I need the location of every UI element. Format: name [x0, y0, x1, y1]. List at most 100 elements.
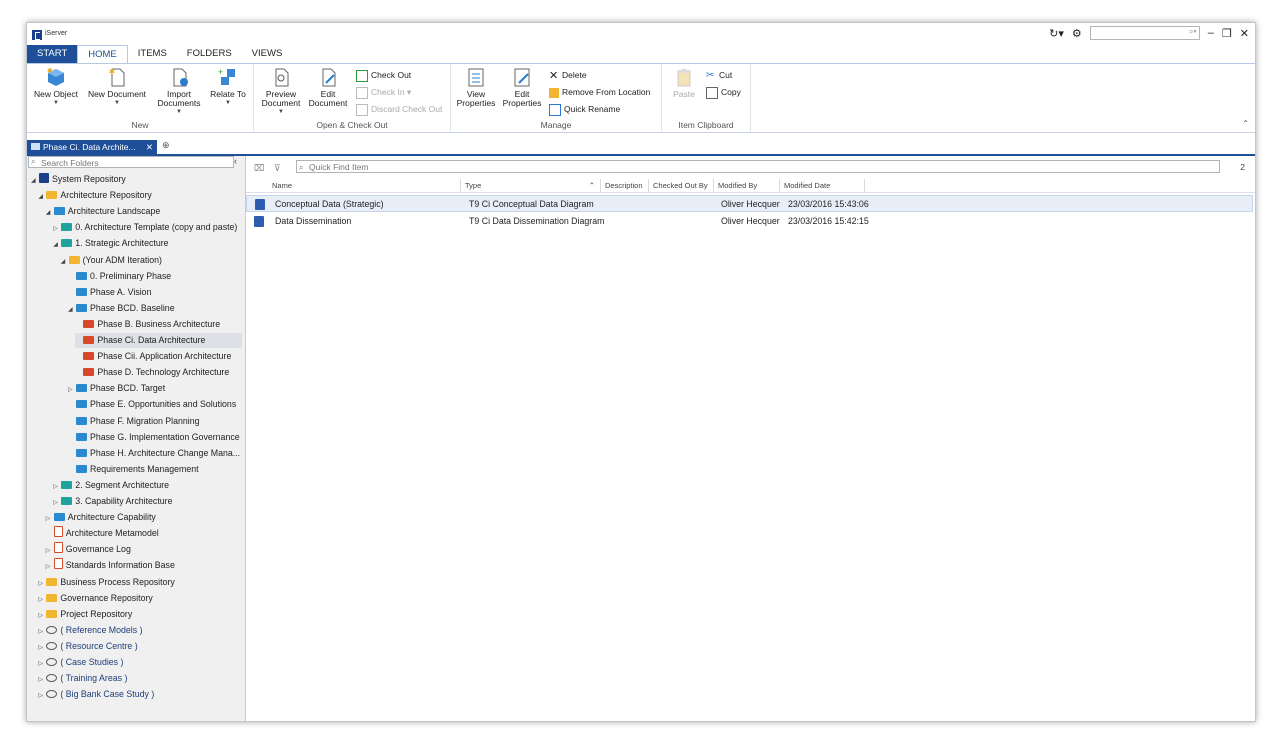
new-document-button[interactable]: ✱ New Document ▼ [85, 66, 149, 108]
check-in-button[interactable]: Check In ▾ [356, 85, 411, 99]
clear-filter-icon[interactable]: ⌧ [254, 163, 264, 174]
expand-down-icon[interactable]: ◢ [68, 303, 76, 318]
col-modified-date[interactable]: Modified Date [780, 179, 865, 192]
expand-right-icon[interactable]: ▷ [38, 577, 46, 592]
expand-right-icon[interactable]: ▷ [38, 689, 46, 704]
tree-resource-centre[interactable]: ▷ ( Resource Centre ) [38, 639, 137, 654]
tree-architecture-template[interactable]: ▷ 0. Architecture Template (copy and past… [53, 220, 237, 235]
tree-your-adm-iteration[interactable]: ◢ (Your ADM Iteration) [61, 253, 162, 268]
expand-right-icon[interactable]: ▷ [46, 544, 54, 559]
collapse-ribbon-icon[interactable]: ⌃ [1242, 119, 1249, 128]
expand-right-icon[interactable]: ▷ [53, 496, 61, 511]
tree-phase-g[interactable]: Phase G. Implementation Governance [68, 430, 240, 445]
quick-rename-button[interactable]: Quick Rename [549, 102, 620, 116]
tree-architecture-capability[interactable]: ▷ Architecture Capability [46, 510, 156, 525]
expand-down-icon[interactable]: ◢ [31, 174, 39, 189]
refresh-icon[interactable]: ↻▾ [1049, 27, 1064, 40]
tree-phase-d-technology[interactable]: Phase D. Technology Architecture [75, 365, 229, 380]
paste-button[interactable]: Paste [666, 66, 702, 99]
expand-right-icon[interactable]: ▷ [53, 480, 61, 495]
close-icon[interactable]: ✕ [1240, 27, 1249, 40]
tree-phase-h[interactable]: Phase H. Architecture Change Mana... [68, 446, 240, 461]
tree-phase-f[interactable]: Phase F. Migration Planning [68, 414, 200, 429]
expand-down-icon[interactable]: ◢ [61, 255, 69, 270]
expand-right-icon[interactable]: ▷ [38, 657, 46, 672]
tree-strategic-architecture[interactable]: ◢ 1. Strategic Architecture [53, 236, 168, 251]
tree-architecture-metamodel[interactable]: Architecture Metamodel [46, 526, 159, 541]
tree-system-repository[interactable]: ◢ System Repository [31, 172, 126, 187]
minimize-icon[interactable]: – [1208, 27, 1214, 39]
expand-down-icon[interactable]: ◢ [53, 238, 61, 253]
expand-right-icon[interactable]: ▷ [38, 625, 46, 640]
col-type[interactable]: Type ⌃ [461, 179, 601, 192]
expand-right-icon[interactable]: ▷ [46, 560, 54, 575]
tree-project-repository[interactable]: ▷ Project Repository [38, 607, 132, 622]
tree-governance-repository[interactable]: ▷ Governance Repository [38, 591, 152, 606]
relate-to-button[interactable]: + Relate To ▼ [207, 66, 249, 108]
discard-check-out-button[interactable]: Discard Check Out [356, 102, 442, 116]
expand-right-icon[interactable]: ▷ [38, 593, 46, 608]
tree-phase-bcd-baseline[interactable]: ◢ Phase BCD. Baseline [68, 301, 175, 316]
tree-phase-cii-application[interactable]: Phase Cii. Application Architecture [75, 349, 231, 364]
copy-button[interactable]: Copy [706, 85, 741, 99]
close-tab-icon[interactable]: ✕ [146, 140, 153, 154]
view-properties-button[interactable]: View Properties [455, 66, 497, 108]
delete-button[interactable]: ✕ Delete [549, 68, 587, 82]
filter-icon[interactable]: ⊽ [274, 163, 281, 174]
tab-home[interactable]: HOME [77, 45, 128, 64]
col-modified-by[interactable]: Modified By [714, 179, 780, 192]
cut-button[interactable]: ✂ Cut [706, 68, 732, 82]
check-out-button[interactable]: Check Out [356, 68, 411, 82]
tab-start[interactable]: START [27, 45, 78, 63]
quick-find-input[interactable]: ⌕ Quick Find Item [296, 160, 1220, 173]
tree-case-studies[interactable]: ▷ ( Case Studies ) [38, 655, 123, 670]
tree-architecture-repository[interactable]: ◢ Architecture Repository [38, 188, 151, 203]
expand-down-icon[interactable]: ◢ [38, 190, 46, 205]
expand-down-icon[interactable]: ◢ [46, 206, 54, 221]
collapse-pane-icon[interactable]: ‹ [234, 156, 237, 166]
tree-phase-b-business[interactable]: Phase B. Business Architecture [75, 317, 220, 332]
tree-reference-models[interactable]: ▷ ( Reference Models ) [38, 623, 142, 638]
tab-items[interactable]: ITEMS [128, 45, 177, 63]
tree-business-process-repository[interactable]: ▷ Business Process Repository [38, 575, 174, 590]
remove-from-location-button[interactable]: Remove From Location [549, 85, 650, 99]
tree-segment-architecture[interactable]: ▷ 2. Segment Architecture [53, 478, 169, 493]
expand-right-icon[interactable]: ▷ [46, 512, 54, 527]
tab-views[interactable]: VIEWS [242, 45, 293, 63]
new-object-button[interactable]: ✱ New Object ▼ [32, 66, 80, 108]
tree-capability-architecture[interactable]: ▷ 3. Capability Architecture [53, 494, 172, 509]
tree-phase-e[interactable]: Phase E. Opportunities and Solutions [68, 397, 236, 412]
search-folders-input[interactable]: ⌕ Search Folders [28, 156, 234, 168]
col-description[interactable]: Description [601, 179, 649, 192]
tree-item-label: Phase B. Business Architecture [97, 318, 221, 329]
tree-requirements-management[interactable]: Requirements Management [68, 462, 199, 477]
tab-folders[interactable]: FOLDERS [177, 45, 242, 63]
tree-architecture-landscape[interactable]: ◢ Architecture Landscape [46, 204, 160, 219]
expand-right-icon[interactable]: ▷ [38, 673, 46, 688]
expand-right-icon[interactable]: ▷ [38, 641, 46, 656]
table-row[interactable]: Data Dissemination T9 Ci Data Disseminat… [246, 213, 1253, 230]
col-checked-out-by[interactable]: Checked Out By [649, 179, 714, 192]
tree-phase-ci-data[interactable]: Phase Ci. Data Architecture [75, 333, 242, 348]
tree-governance-log[interactable]: ▷ Governance Log [46, 542, 131, 557]
add-tab-icon[interactable]: ⊕ [162, 140, 170, 151]
preview-document-button[interactable]: Preview Document ▼ [258, 66, 304, 117]
doc-tab-phase-ci[interactable]: Phase Ci. Data Archite... ✕ [27, 140, 157, 154]
tree-standards-information-base[interactable]: ▷ Standards Information Base [46, 558, 175, 573]
expand-right-icon[interactable]: ▷ [68, 383, 76, 398]
tree-phase-bcd-target[interactable]: ▷ Phase BCD. Target [68, 381, 165, 396]
table-row[interactable]: Conceptual Data (Strategic) T9 Ci Concep… [246, 195, 1253, 212]
tree-preliminary-phase[interactable]: 0. Preliminary Phase [68, 269, 171, 284]
tree-training-areas[interactable]: ▷ ( Training Areas ) [38, 671, 127, 686]
expand-right-icon[interactable]: ▷ [53, 222, 61, 237]
gear-icon[interactable]: ⚙ [1072, 27, 1082, 40]
import-documents-button[interactable]: Import Documents ▼ [155, 66, 203, 117]
tree-big-bank-case-study[interactable]: ▷ ( Big Bank Case Study ) [38, 687, 154, 702]
global-search-input[interactable]: ⌕▾ [1089, 26, 1200, 40]
expand-right-icon[interactable]: ▷ [38, 609, 46, 624]
col-name[interactable]: Name [268, 179, 461, 192]
edit-properties-button[interactable]: Edit Properties [501, 66, 543, 108]
edit-document-button[interactable]: Edit Document [306, 66, 350, 108]
restore-icon[interactable]: ❐ [1222, 27, 1232, 40]
tree-phase-a-vision[interactable]: Phase A. Vision [68, 285, 151, 300]
